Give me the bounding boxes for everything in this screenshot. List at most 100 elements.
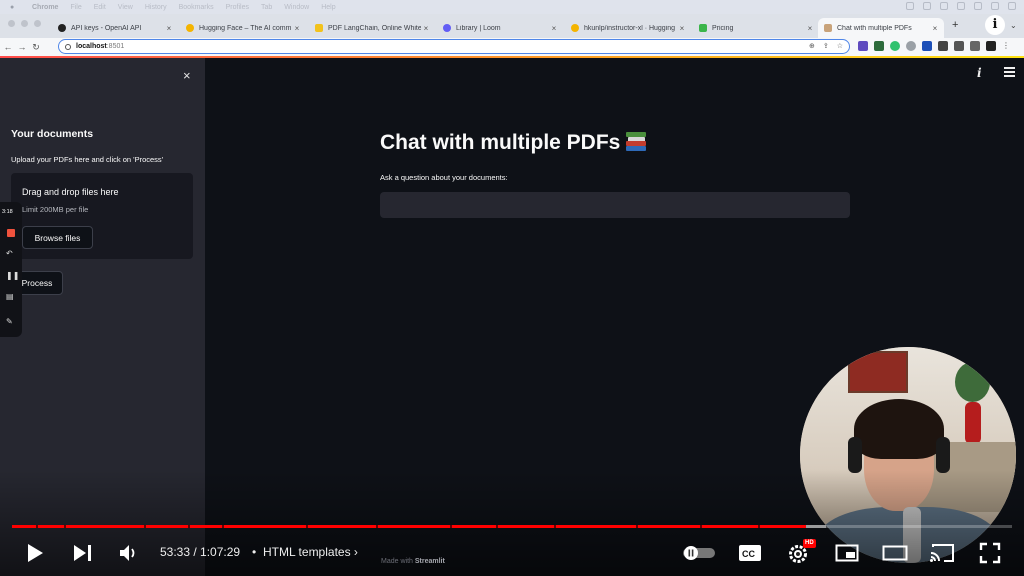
apple-icon[interactable]: ● bbox=[10, 4, 20, 11]
minimize-window-button[interactable] bbox=[21, 20, 28, 27]
undo-icon[interactable]: ↶ bbox=[6, 249, 13, 258]
play-icon[interactable] bbox=[26, 543, 44, 563]
streamlit-footer: Made with Streamlit bbox=[381, 558, 445, 565]
menu-window[interactable]: Window bbox=[284, 4, 309, 11]
close-icon[interactable]: × bbox=[421, 24, 431, 33]
new-tab-button[interactable]: + bbox=[952, 19, 958, 31]
stop-recording-icon[interactable] bbox=[7, 229, 15, 237]
close-icon[interactable]: × bbox=[183, 68, 191, 83]
zoom-icon[interactable]: ⊕ bbox=[809, 42, 815, 50]
more-icon[interactable]: ⋮ bbox=[1002, 41, 1012, 51]
extension-icon[interactable] bbox=[890, 41, 900, 51]
extension-icon[interactable] bbox=[922, 41, 932, 51]
sidebar-heading: Your documents bbox=[11, 128, 94, 140]
menu-edit[interactable]: Edit bbox=[94, 4, 106, 11]
tab-chat-pdfs[interactable]: Chat with multiple PDFs × bbox=[818, 18, 944, 38]
theater-mode-icon[interactable] bbox=[882, 544, 908, 562]
menu-profiles[interactable]: Profiles bbox=[226, 4, 249, 11]
chevron-down-icon[interactable]: ⌄ bbox=[1010, 21, 1017, 30]
fullscreen-icon[interactable] bbox=[979, 542, 1001, 564]
extension-icon[interactable] bbox=[874, 41, 884, 51]
chapter-dot: • bbox=[252, 545, 257, 559]
menu-view[interactable]: View bbox=[118, 4, 133, 11]
chapter-marker bbox=[450, 525, 452, 528]
site-info-icon[interactable] bbox=[65, 43, 71, 50]
address-port: :8501 bbox=[106, 43, 125, 50]
menu-help[interactable]: Help bbox=[321, 4, 335, 11]
status-icon[interactable] bbox=[957, 2, 965, 10]
miniplayer-icon[interactable] bbox=[835, 544, 859, 562]
tab-openai[interactable]: API keys - OpenAI API × bbox=[52, 18, 178, 38]
pause-icon[interactable]: ❚❚ bbox=[6, 271, 19, 280]
forward-icon[interactable]: → bbox=[16, 42, 28, 52]
screen: ● Chrome File Edit View History Bookmark… bbox=[0, 0, 1024, 576]
extension-icon[interactable] bbox=[858, 41, 868, 51]
autoplay-toggle[interactable] bbox=[682, 545, 716, 561]
status-icon[interactable] bbox=[906, 2, 914, 10]
time-display: 53:33 / 1:07:29 bbox=[160, 545, 240, 559]
star-icon[interactable]: ☆ bbox=[837, 42, 843, 50]
recording-timer: 3:18 bbox=[2, 209, 13, 215]
pricing-icon bbox=[699, 24, 707, 32]
chapter-marker bbox=[144, 525, 146, 528]
question-input[interactable] bbox=[380, 192, 850, 218]
share-icon[interactable]: ⇪ bbox=[823, 42, 829, 50]
hamburger-menu-icon[interactable] bbox=[1004, 67, 1015, 79]
address-bar[interactable]: localhost :8501 ⊕ ⇪ ☆ bbox=[58, 39, 850, 54]
footer-brand[interactable]: Streamlit bbox=[415, 558, 445, 565]
question-label: Ask a question about your documents: bbox=[380, 173, 508, 182]
status-icon[interactable] bbox=[940, 2, 948, 10]
menu-history[interactable]: History bbox=[145, 4, 167, 11]
volume-icon[interactable] bbox=[119, 544, 139, 562]
reload-icon[interactable]: ↻ bbox=[30, 42, 42, 53]
chapter-title[interactable]: HTML templates › bbox=[263, 545, 358, 559]
headphones-icon bbox=[936, 437, 950, 473]
extension-icon[interactable] bbox=[986, 41, 996, 51]
close-icon[interactable]: × bbox=[549, 24, 559, 33]
info-icon[interactable]: i bbox=[977, 66, 982, 80]
profile-avatar[interactable]: i bbox=[985, 15, 1005, 35]
extension-icon[interactable] bbox=[938, 41, 948, 51]
dropzone-title: Drag and drop files here bbox=[22, 187, 119, 197]
next-icon[interactable] bbox=[73, 544, 93, 562]
tab-instructor-xl[interactable]: hkunlp/instructor-xl · Hugging × bbox=[565, 18, 691, 38]
huggingface-icon bbox=[571, 24, 579, 32]
battery-icon[interactable] bbox=[991, 2, 999, 10]
search-icon[interactable] bbox=[1008, 2, 1016, 10]
menu-chrome[interactable]: Chrome bbox=[32, 4, 58, 11]
puzzle-icon[interactable] bbox=[954, 41, 964, 51]
tab-pdf-langchain[interactable]: PDF LangChain, Online Whitel × bbox=[309, 18, 435, 38]
webcam-vase bbox=[965, 402, 981, 444]
status-icons bbox=[906, 2, 1016, 10]
menu-bookmarks[interactable]: Bookmarks bbox=[179, 4, 214, 11]
back-icon[interactable]: ← bbox=[2, 42, 14, 52]
close-icon[interactable]: × bbox=[677, 24, 687, 33]
chapter-marker bbox=[376, 525, 378, 528]
browse-files-button[interactable]: Browse files bbox=[22, 226, 93, 249]
close-icon[interactable]: × bbox=[164, 24, 174, 33]
close-icon[interactable]: × bbox=[930, 24, 940, 33]
close-icon[interactable]: × bbox=[805, 24, 815, 33]
progress-bar[interactable] bbox=[12, 525, 1012, 528]
player-gradient bbox=[0, 470, 1024, 576]
close-window-button[interactable] bbox=[8, 20, 15, 27]
chapter-marker bbox=[222, 525, 224, 528]
cast-icon[interactable] bbox=[929, 543, 955, 563]
menu-file[interactable]: File bbox=[70, 4, 81, 11]
tab-loom-library[interactable]: Library | Loom × bbox=[437, 18, 563, 38]
sidepanel-icon[interactable] bbox=[970, 41, 980, 51]
status-icon[interactable] bbox=[923, 2, 931, 10]
sidebar-hint: Upload your PDFs here and click on 'Proc… bbox=[11, 155, 164, 164]
address-host: localhost bbox=[76, 43, 107, 50]
trash-icon[interactable]: ▤ bbox=[6, 292, 14, 301]
close-icon[interactable]: × bbox=[292, 24, 302, 33]
menu-tab[interactable]: Tab bbox=[261, 4, 272, 11]
captions-icon[interactable]: CC bbox=[738, 544, 762, 562]
tab-pricing[interactable]: Pricing × bbox=[693, 18, 819, 38]
zoom-window-button[interactable] bbox=[34, 20, 41, 27]
chapter-marker bbox=[64, 525, 66, 528]
wifi-icon[interactable] bbox=[974, 2, 982, 10]
extension-icon[interactable] bbox=[906, 41, 916, 51]
pen-icon[interactable]: ✎ bbox=[6, 317, 13, 326]
tab-huggingface[interactable]: Hugging Face – The AI comm × bbox=[180, 18, 306, 38]
